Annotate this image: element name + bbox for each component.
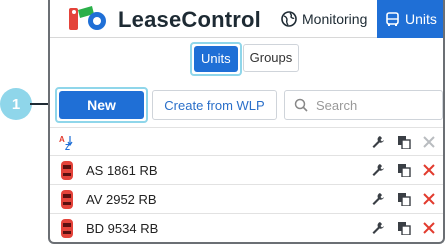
- copy-icon[interactable]: [397, 135, 411, 149]
- table-row[interactable]: AV 2952 RB: [50, 185, 443, 214]
- delete-icon[interactable]: [422, 192, 436, 206]
- wrench-icon[interactable]: [371, 221, 385, 235]
- bus-icon: [386, 11, 399, 26]
- lease-control-panel: LeaseControl Monitoring Units Units Grou…: [48, 0, 445, 244]
- app-header: LeaseControl Monitoring Units: [50, 0, 443, 38]
- units-groups-tabs: Units Groups: [190, 42, 300, 76]
- table-row[interactable]: BD 9534 RB: [50, 214, 443, 242]
- nav-monitoring[interactable]: Monitoring: [275, 0, 375, 38]
- app-logo-icon: [69, 6, 106, 30]
- nav-monitoring-label: Monitoring: [302, 11, 368, 27]
- new-button-highlight: New: [55, 87, 148, 123]
- tab-groups[interactable]: Groups: [242, 44, 300, 72]
- delete-icon[interactable]: [422, 163, 436, 177]
- delete-icon[interactable]: [422, 221, 436, 235]
- copy-icon[interactable]: [397, 163, 411, 177]
- create-from-wlp-button[interactable]: Create from WLP: [152, 90, 277, 120]
- unit-name: AV 2952 RB: [86, 192, 157, 207]
- delete-all-icon: [423, 136, 435, 148]
- callout-number-badge: 1: [0, 88, 32, 120]
- table-row[interactable]: AS 1861 RB: [50, 156, 443, 185]
- search-icon: [294, 98, 308, 112]
- car-icon: [61, 219, 73, 238]
- tab-units[interactable]: Units: [194, 46, 238, 72]
- wrench-icon[interactable]: [371, 192, 385, 206]
- car-icon: [61, 161, 73, 180]
- wrench-icon[interactable]: [371, 135, 385, 149]
- copy-icon[interactable]: [397, 221, 411, 235]
- unit-name: BD 9534 RB: [86, 221, 159, 236]
- app-title: LeaseControl: [118, 7, 261, 32]
- search-placeholder: Search: [316, 97, 358, 113]
- wrench-icon[interactable]: [371, 163, 385, 177]
- copy-icon[interactable]: [397, 192, 411, 206]
- list-header: A Z: [50, 127, 443, 156]
- nav-units-label: Units: [405, 11, 437, 27]
- search-input[interactable]: Search: [284, 90, 443, 120]
- nav-units[interactable]: Units: [377, 0, 443, 38]
- globe-icon: [281, 11, 297, 27]
- callout-number: 1: [11, 95, 21, 113]
- unit-name: AS 1861 RB: [86, 163, 158, 178]
- new-button[interactable]: New: [59, 91, 144, 119]
- sort-az-icon[interactable]: A Z: [58, 134, 76, 152]
- car-icon: [61, 190, 73, 209]
- tab-units-highlight: Units: [190, 42, 242, 76]
